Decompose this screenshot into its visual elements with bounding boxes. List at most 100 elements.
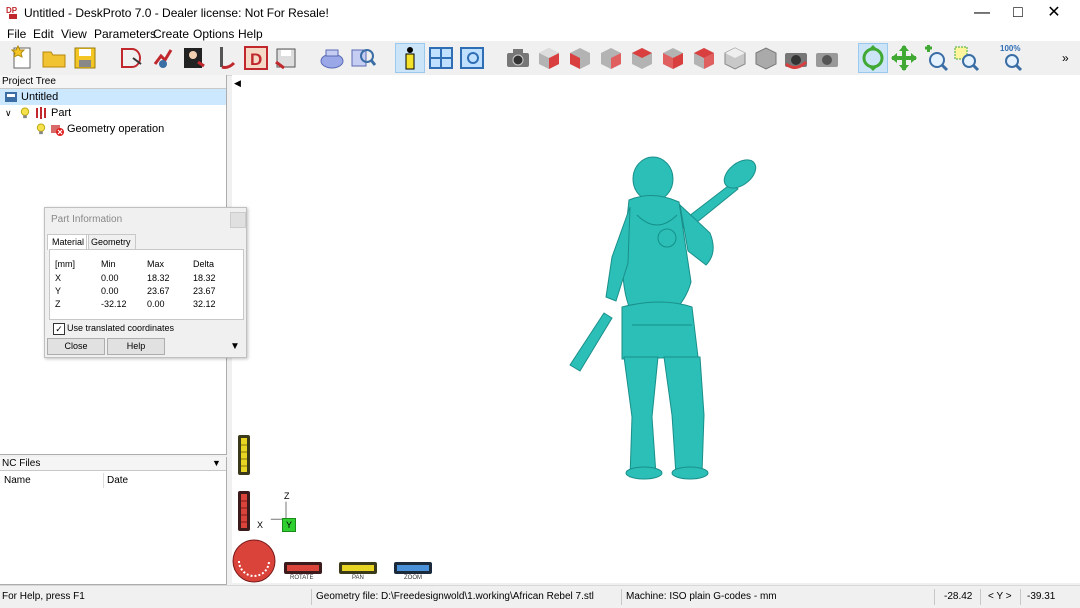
- save-nc-icon[interactable]: [272, 44, 300, 72]
- nc-col-name[interactable]: Name: [4, 475, 31, 486]
- open-folder-icon[interactable]: [40, 44, 68, 72]
- status-coord-left: -28.42: [944, 591, 973, 602]
- checkmark-icon: ✓: [55, 324, 63, 334]
- window-title: Untitled - DeskProto 7.0 - Dealer licens…: [24, 6, 329, 20]
- lightbulb-icon[interactable]: [20, 107, 30, 120]
- render-toolpath-icon[interactable]: [782, 44, 810, 72]
- status-machine: Machine: ISO plain G-codes - mm: [626, 591, 777, 602]
- vertical-rotate-wheel-icon[interactable]: [238, 491, 250, 531]
- zoom-window-icon[interactable]: [952, 44, 980, 72]
- status-divider: [311, 589, 312, 605]
- simulation-icon[interactable]: [318, 44, 346, 72]
- menu-view[interactable]: View: [61, 27, 87, 41]
- pan-wheel-icon[interactable]: [339, 562, 377, 574]
- tree-item-part[interactable]: ∨ Part: [0, 105, 226, 121]
- new-file-icon[interactable]: [8, 44, 36, 72]
- save-icon[interactable]: [71, 44, 99, 72]
- project-icon: [5, 92, 17, 102]
- minimize-button[interactable]: —: [964, 0, 1000, 25]
- col-delta: Delta: [193, 259, 215, 269]
- camera-icon[interactable]: [504, 44, 532, 72]
- status-bar: For Help, press F1 Geometry file: D:\Fre…: [0, 585, 1080, 608]
- status-divider: [934, 589, 935, 605]
- menu-options[interactable]: Options: [193, 27, 234, 41]
- tool-icon[interactable]: [212, 44, 240, 72]
- create-part-icon[interactable]: [117, 44, 145, 72]
- row-max: 18.32: [147, 273, 170, 283]
- viewport-3d[interactable]: Z X Y: [232, 75, 1080, 583]
- vertical-pan-wheel-icon[interactable]: [238, 435, 250, 475]
- nc-files-panel: NC Files ▼ Name Date: [0, 457, 227, 585]
- tab-material[interactable]: Material: [47, 234, 90, 250]
- rotate-dial-icon[interactable]: [232, 539, 276, 583]
- nc-col-date[interactable]: Date: [107, 475, 128, 486]
- row-max: 0.00: [147, 299, 165, 309]
- tree-item-label: Untitled: [21, 91, 59, 103]
- maximize-button[interactable]: □: [1000, 0, 1036, 25]
- tree-item-untitled[interactable]: Untitled: [0, 89, 226, 105]
- menu-file[interactable]: File: [7, 27, 26, 41]
- expand-dialog-icon[interactable]: ▼: [230, 341, 240, 352]
- pan-view-icon[interactable]: [890, 44, 918, 72]
- menu-parameters[interactable]: Parameters: [94, 27, 156, 41]
- d-parameters-icon[interactable]: D: [242, 44, 270, 72]
- expand-chevron-icon[interactable]: ∨: [5, 105, 12, 121]
- help-button[interactable]: Help: [107, 338, 165, 355]
- rotate-view-icon[interactable]: [858, 43, 888, 73]
- operation-error-icon: [51, 125, 64, 136]
- row-axis: Z: [55, 299, 61, 309]
- operation-parameters-icon[interactable]: [180, 44, 208, 72]
- menu-create[interactable]: Create: [153, 27, 189, 41]
- axis-y-marker: Y: [282, 518, 296, 532]
- use-translated-coordinates-label: Use translated coordinates: [67, 323, 175, 333]
- tab-geometry[interactable]: Geometry: [86, 234, 136, 250]
- view-iso-icon[interactable]: [535, 44, 563, 72]
- close-window-button[interactable]: ✕: [1036, 0, 1072, 25]
- view-bottom-icon[interactable]: [721, 44, 749, 72]
- title-bar: DP Untitled - DeskProto 7.0 - Dealer lic…: [0, 0, 1080, 25]
- status-geometry-file: Geometry file: D:\Freedesignwold\1.worki…: [316, 591, 594, 602]
- view-left-icon[interactable]: [628, 44, 656, 72]
- view-right-icon[interactable]: [659, 44, 687, 72]
- menu-help[interactable]: Help: [238, 27, 263, 41]
- row-axis: Y: [55, 286, 62, 296]
- status-divider: [980, 589, 981, 605]
- status-divider: [621, 589, 622, 605]
- menu-edit[interactable]: Edit: [33, 27, 54, 41]
- view-front-icon[interactable]: [566, 44, 594, 72]
- viewport-zoom-icon[interactable]: [458, 44, 486, 72]
- row-min: -32.12: [101, 299, 127, 309]
- zoom-in-icon[interactable]: [921, 44, 949, 72]
- nc-files-header: NC Files ▼: [0, 457, 226, 471]
- part-information-dialog: Part Information Material Geometry [mm] …: [44, 207, 247, 358]
- zoom-100-button[interactable]: 100%: [998, 44, 1026, 72]
- view-shaded-icon[interactable]: [752, 44, 780, 72]
- row-delta: 23.67: [193, 286, 216, 296]
- lightbulb-icon[interactable]: [36, 123, 46, 136]
- render-settings-icon[interactable]: [813, 44, 841, 72]
- svg-text:D: D: [250, 50, 262, 69]
- toolbar-overflow-button[interactable]: »: [1062, 51, 1069, 65]
- project-tree-header: Project Tree: [0, 75, 226, 89]
- part-model[interactable]: [232, 75, 1080, 583]
- use-translated-coordinates-checkbox[interactable]: ✓: [53, 323, 65, 335]
- dialog-title: Part Information: [51, 214, 123, 225]
- preview-zoom-icon[interactable]: [349, 44, 377, 72]
- zoom-wheel-icon[interactable]: [394, 562, 432, 574]
- menu-bar: File Edit View Parameters Create Options…: [0, 25, 1080, 41]
- row-min: 0.00: [101, 273, 119, 283]
- collapse-panel-icon[interactable]: ◀: [234, 78, 241, 89]
- row-axis: X: [55, 273, 62, 283]
- close-button[interactable]: Close: [47, 338, 105, 355]
- view-back-icon[interactable]: [597, 44, 625, 72]
- rotate-wheel-icon[interactable]: [284, 562, 322, 574]
- dialog-close-box[interactable]: [230, 212, 246, 228]
- part-parameters-icon[interactable]: [149, 44, 177, 72]
- tree-item-geometry-operation[interactable]: Geometry operation: [0, 121, 226, 137]
- part-info-icon[interactable]: [395, 43, 425, 73]
- column-divider[interactable]: [103, 473, 104, 488]
- layout-view-icon[interactable]: [427, 44, 455, 72]
- row-delta: 18.32: [193, 273, 216, 283]
- view-top-icon[interactable]: [690, 44, 718, 72]
- dropdown-arrow-icon[interactable]: ▼: [212, 457, 221, 470]
